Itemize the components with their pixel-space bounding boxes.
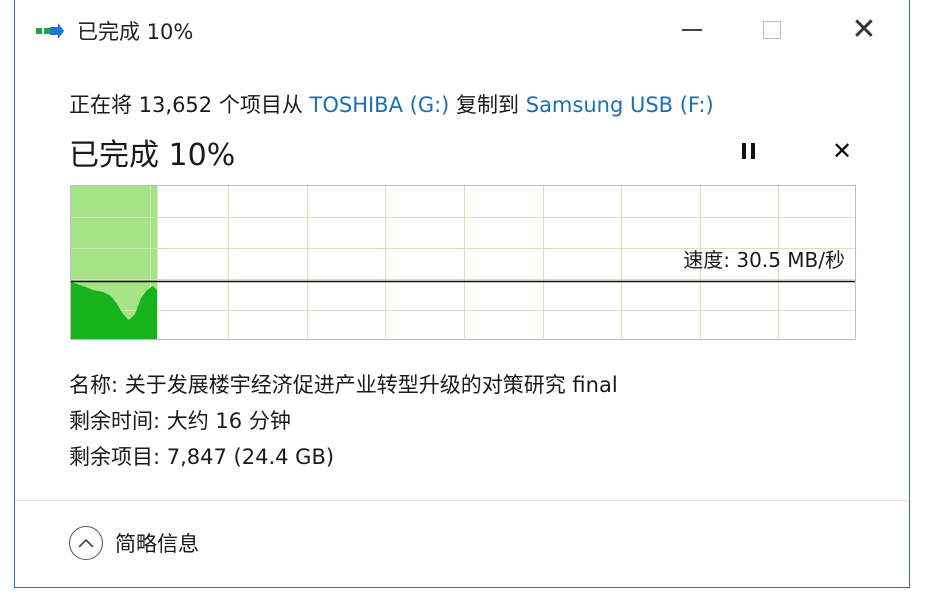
cancel-button[interactable]: ✕ <box>827 136 857 166</box>
window-title: 已完成 10% <box>77 20 194 44</box>
speed-label: 速度: 30.5 MB/秒 <box>683 248 845 272</box>
time-remaining: 剩余时间: 大约 16 分钟 <box>69 409 291 433</box>
footer-divider <box>15 500 909 501</box>
minimize-button[interactable] <box>669 10 715 50</box>
close-button[interactable]: ✕ <box>841 10 887 50</box>
pause-icon <box>741 143 755 159</box>
fewer-details-button[interactable]: 简略信息 <box>69 526 199 560</box>
source-drive-link[interactable]: TOSHIBA (G:) <box>310 93 450 117</box>
items-remaining: 剩余项目: 7,847 (24.4 GB) <box>69 445 335 469</box>
transfer-graph: 速度: 30.5 MB/秒 <box>70 185 856 340</box>
chevron-up-icon <box>69 526 103 560</box>
maximize-button[interactable] <box>749 10 795 50</box>
title-bar: 已完成 10% ✕ <box>15 0 909 62</box>
pause-button[interactable] <box>733 136 763 166</box>
minimize-icon <box>682 29 702 31</box>
copy-arrow-icon <box>35 22 65 40</box>
copy-prefix: 正在将 13,652 个项目从 <box>69 93 310 117</box>
close-icon: ✕ <box>851 12 877 47</box>
copy-dialog: 已完成 10% ✕ 正在将 13,652 个项目从 TOSHIBA (G:) 复… <box>14 0 910 588</box>
fewer-details-label: 简略信息 <box>115 532 199 556</box>
progress-title: 已完成 10% <box>69 138 236 173</box>
cancel-icon: ✕ <box>831 137 853 165</box>
destination-drive-link[interactable]: Samsung USB (F:) <box>526 93 714 117</box>
file-name: 名称: 关于发展楼宇经济促进产业转型升级的对策研究 final <box>69 373 618 397</box>
maximize-icon <box>763 21 781 39</box>
copy-description: 正在将 13,652 个项目从 TOSHIBA (G:) 复制到 Samsung… <box>69 89 714 119</box>
copy-middle: 复制到 <box>449 93 526 117</box>
